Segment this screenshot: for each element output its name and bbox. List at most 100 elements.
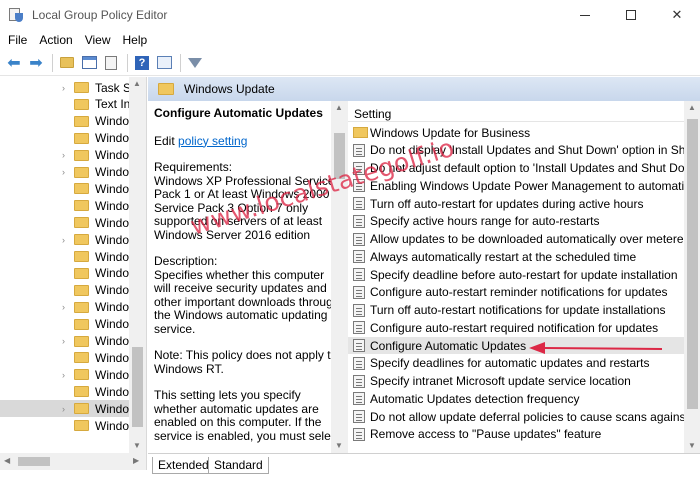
tree-item[interactable]: › Windo (0, 366, 130, 383)
settings-policy-row[interactable]: Configure auto-restart required notifica… (348, 319, 684, 336)
maximize-button[interactable] (608, 0, 654, 30)
tree-item[interactable]: › Windo (0, 164, 130, 181)
tree-horizontal-scroll-thumb[interactable] (18, 457, 50, 466)
expand-chevron-icon[interactable]: › (62, 235, 65, 245)
tree-item[interactable]: › Windo (0, 400, 130, 418)
export-list-icon (105, 55, 117, 70)
expand-chevron-icon[interactable]: › (62, 336, 65, 346)
settings-policy-row[interactable]: Configure Automatic Updates (348, 337, 684, 354)
tree-item[interactable]: Windo (0, 417, 130, 434)
settings-policy-row[interactable]: Allow updates to be downloaded automatic… (348, 231, 684, 248)
tree-item-label: Windo (95, 283, 130, 298)
tree-item[interactable]: Windo (0, 130, 130, 147)
menu-help[interactable]: Help (117, 33, 154, 47)
setting-label: Configure Automatic Updates (370, 338, 527, 353)
menu-view[interactable]: View (79, 33, 117, 47)
scroll-up-icon[interactable]: ▲ (688, 103, 696, 112)
filter-button[interactable] (185, 53, 205, 73)
tab-standard[interactable]: Standard (208, 457, 269, 474)
expand-chevron-icon[interactable]: › (62, 83, 65, 93)
settings-policy-row[interactable]: Remove access to "Pause updates" feature (348, 426, 684, 443)
tab-extended[interactable]: Extended (152, 457, 215, 474)
tree-item[interactable]: Windo (0, 180, 130, 197)
show-hide-tree-button[interactable] (79, 53, 99, 73)
expand-chevron-icon[interactable]: › (62, 302, 65, 312)
minimize-button[interactable] (562, 0, 608, 30)
scroll-down-icon[interactable]: ▼ (688, 441, 696, 450)
settings-policy-row[interactable]: Specify active hours range for auto-rest… (348, 213, 684, 230)
settings-policy-row[interactable]: Specify deadline before auto-restart for… (348, 266, 684, 283)
settings-scrollbar[interactable]: ▲ ▼ (684, 101, 700, 453)
settings-policy-row[interactable]: Specify deadlines for automatic updates … (348, 355, 684, 372)
help-button[interactable]: ? (132, 53, 152, 73)
tree-horizontal-scrollbar[interactable]: ◀ ▶ (0, 453, 147, 470)
forward-button[interactable]: ➡ (26, 53, 46, 73)
settings-policy-row[interactable]: Configure auto-restart reminder notifica… (348, 284, 684, 301)
tree-item[interactable]: › Task Sc (0, 79, 130, 96)
settings-policy-row[interactable]: Always automatically restart at the sche… (348, 248, 684, 265)
view-tabs: Extended Standard (148, 453, 700, 477)
menu-action[interactable]: Action (33, 33, 78, 47)
tree-item[interactable]: Windo (0, 113, 130, 130)
settings-policy-row[interactable]: Specify intranet Microsoft update servic… (348, 373, 684, 390)
policy-setting-icon (353, 161, 365, 175)
tree-item[interactable]: Windo (0, 282, 130, 299)
settings-policy-row[interactable]: Do not adjust default option to 'Install… (348, 160, 684, 177)
setting-label: Windows Update for Business (370, 125, 531, 140)
view-button[interactable] (154, 53, 174, 73)
expand-chevron-icon[interactable]: › (62, 370, 65, 380)
settings-folder-row[interactable]: Windows Update for Business (348, 124, 684, 141)
back-button[interactable]: ⬅ (4, 53, 24, 73)
folder-icon (74, 149, 89, 161)
policy-setting-icon (353, 321, 365, 335)
tree-item[interactable]: Windo (0, 265, 130, 282)
scroll-up-icon[interactable]: ▲ (335, 103, 343, 112)
scroll-up-icon[interactable]: ▲ (133, 79, 141, 88)
tree-vertical-scroll-thumb[interactable] (132, 347, 143, 427)
setting-label: Specify active hours range for auto-rest… (370, 214, 600, 229)
up-folder-icon (60, 57, 74, 68)
settings-list[interactable]: Setting ▲ ▼ Windows Update for Business D… (348, 101, 700, 453)
folder-icon (74, 301, 89, 313)
setting-column-header[interactable]: Setting (354, 107, 391, 121)
settings-policy-row[interactable]: Turn off auto-restart notifications for … (348, 302, 684, 319)
export-list-button[interactable] (101, 53, 121, 73)
tree-item[interactable]: Windo (0, 349, 130, 366)
tree-vertical-scrollbar[interactable]: ▲ ▼ (129, 77, 146, 453)
menu-file[interactable]: File (2, 33, 33, 47)
scroll-down-icon[interactable]: ▼ (335, 441, 343, 450)
tree-item[interactable]: Windo (0, 248, 130, 265)
settings-policy-row[interactable]: Do not allow update deferral policies to… (348, 408, 684, 425)
close-button[interactable]: ✕ (654, 0, 700, 30)
settings-policy-row[interactable]: Turn off auto-restart for updates during… (348, 195, 684, 212)
tree-item[interactable]: Windo (0, 214, 130, 231)
settings-policy-row[interactable]: Do not display 'Install Updates and Shut… (348, 142, 684, 159)
details-pane: Windows Update Configure Automatic Updat… (148, 77, 700, 453)
settings-policy-row[interactable]: Automatic Updates detection frequency (348, 390, 684, 407)
tree-item[interactable]: Windo (0, 197, 130, 214)
policy-setting-icon (353, 392, 365, 406)
scroll-left-icon[interactable]: ◀ (4, 456, 10, 465)
settings-scroll-thumb[interactable] (687, 119, 698, 409)
tree-item[interactable]: › Windo (0, 231, 130, 248)
tree-item[interactable]: Windo (0, 316, 130, 333)
description-scrollbar[interactable]: ▲ ▼ (331, 101, 348, 453)
expand-chevron-icon[interactable]: › (62, 167, 65, 177)
window-title: Local Group Policy Editor (32, 8, 168, 22)
scroll-down-icon[interactable]: ▼ (133, 441, 141, 450)
description-scroll-thumb[interactable] (334, 133, 345, 179)
expand-chevron-icon[interactable]: › (62, 150, 65, 160)
tree-item[interactable]: Windo (0, 383, 130, 400)
tree-item[interactable]: › Windo (0, 299, 130, 316)
edit-policy-setting-link[interactable]: policy setting (178, 134, 247, 148)
settings-policy-row[interactable]: Enabling Windows Update Power Management… (348, 177, 684, 194)
setting-label: Configure auto-restart required notifica… (370, 320, 659, 335)
navigation-tree[interactable]: › Task Sc Text Inp Windo Windo › Windo › Windo Wi… (0, 77, 147, 453)
tree-item[interactable]: › Windo (0, 147, 130, 164)
expand-chevron-icon[interactable]: › (62, 404, 65, 414)
tree-item[interactable]: › Windo (0, 333, 130, 350)
scroll-right-icon[interactable]: ▶ (133, 456, 139, 465)
minimize-icon (580, 14, 590, 16)
up-one-level-button[interactable] (57, 53, 77, 73)
tree-item[interactable]: Text Inp (0, 96, 130, 113)
